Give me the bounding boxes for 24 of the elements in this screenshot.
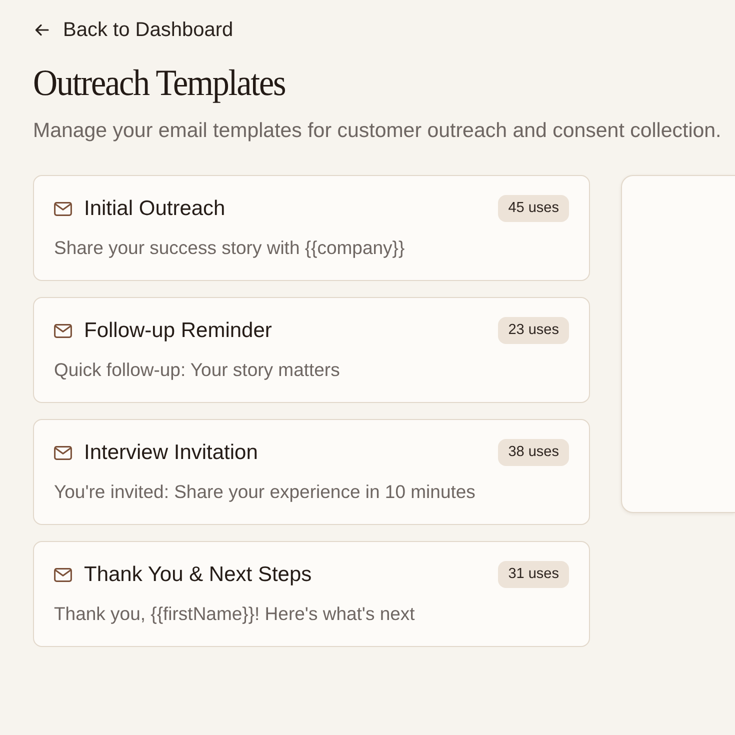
template-card[interactable]: Follow-up Reminder 23 uses Quick follow-up: Your story matters xyxy=(33,297,590,403)
template-subject: Share your success story with {{company}} xyxy=(54,237,406,259)
usage-count-badge: 38 uses xyxy=(498,439,569,466)
usage-count-badge: 31 uses xyxy=(498,561,569,588)
template-name: Initial Outreach xyxy=(84,196,226,220)
template-name: Thank You & Next Steps xyxy=(84,562,313,586)
template-name: Interview Invitation xyxy=(84,440,259,464)
mail-icon xyxy=(54,202,72,216)
back-arrow-icon xyxy=(35,24,49,36)
mail-icon xyxy=(54,446,72,460)
mail-icon xyxy=(54,568,72,582)
template-card[interactable]: Initial Outreach 45 uses Share your success story with {{company}} xyxy=(33,175,590,281)
page-title: Outreach Templates xyxy=(33,62,286,106)
back-link[interactable]: Back to Dashboard xyxy=(33,18,234,42)
template-card[interactable]: Thank You & Next Steps 31 uses Thank you, {{firstName}}! Here's what's next xyxy=(33,541,590,647)
template-subject: Thank you, {{firstName}}! Here's what's next xyxy=(54,603,416,625)
mail-icon xyxy=(54,324,72,338)
usage-count-badge: 23 uses xyxy=(498,317,569,344)
template-subject: Quick follow-up: Your story matters xyxy=(54,359,341,381)
usage-count-badge: 45 uses xyxy=(498,195,569,222)
template-name: Follow-up Reminder xyxy=(84,318,273,342)
template-subject: You're invited: Share your experience in 10 minutes xyxy=(54,481,476,503)
page-subtitle: Manage your email templates for customer outreach and consent collection. xyxy=(33,118,722,144)
template-card[interactable]: Interview Invitation 38 uses You're invited: Share your experience in 10 minutes xyxy=(33,419,590,525)
